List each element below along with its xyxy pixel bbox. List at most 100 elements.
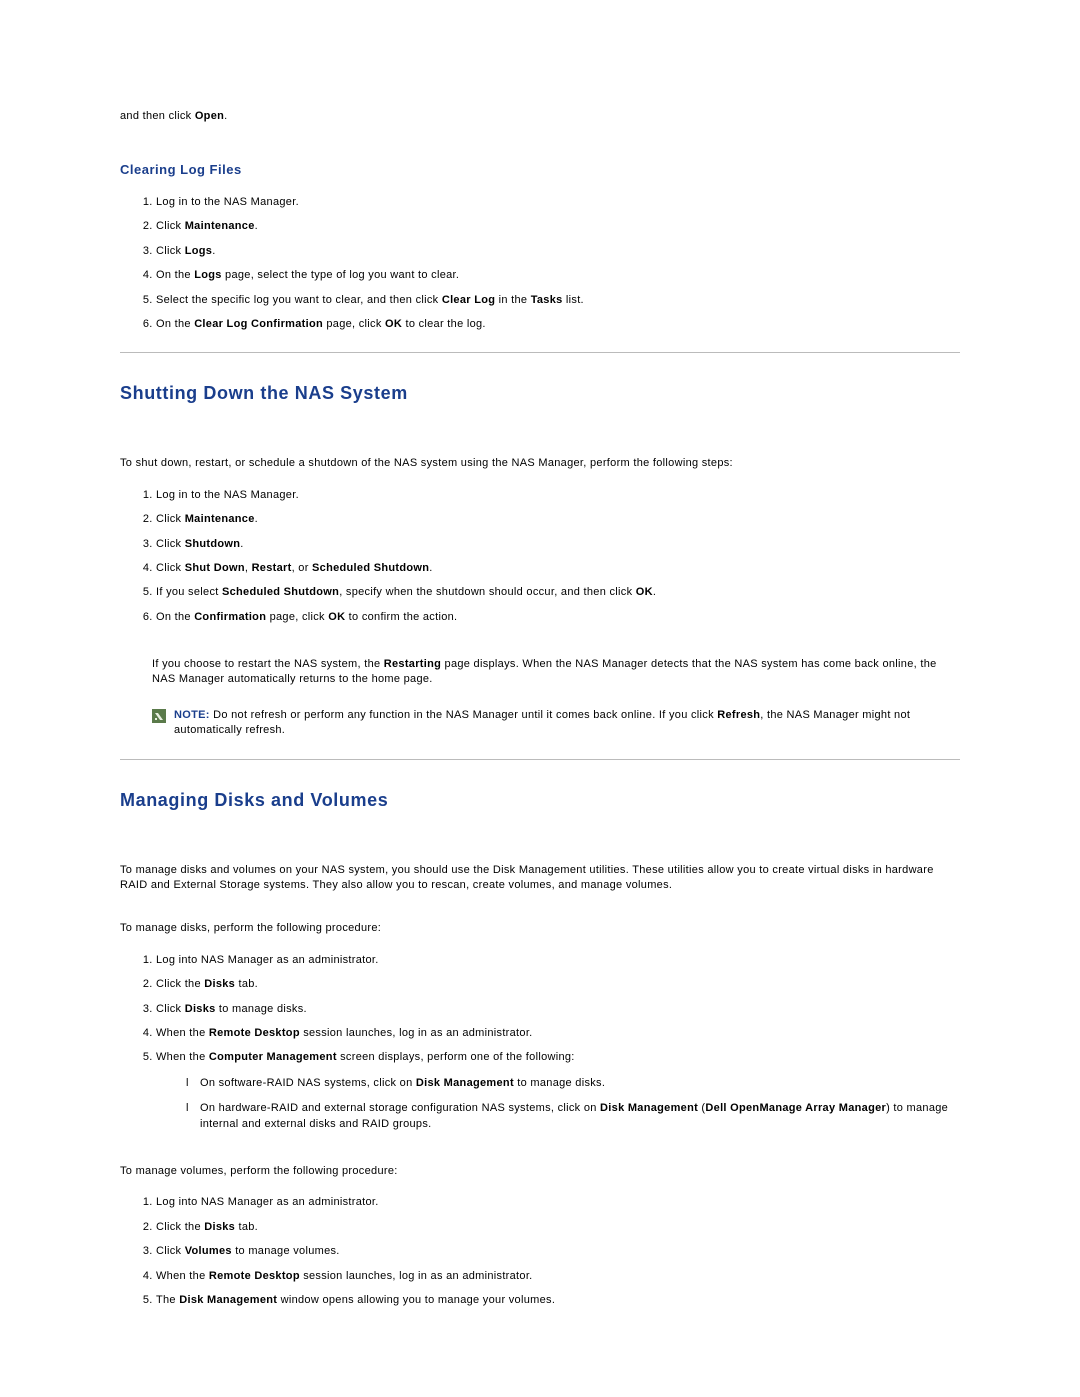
text: Log into NAS Manager as an administrator… [156, 954, 379, 966]
text: . [255, 513, 258, 525]
logs-label: Logs [194, 269, 221, 281]
heading-managing-disks-volumes: Managing Disks and Volumes [120, 790, 960, 811]
shutdown-label: Shutdown [185, 538, 241, 550]
text: Click [156, 538, 185, 550]
list-item: On the Confirmation page, click OK to co… [156, 610, 960, 625]
list-item: Click Disks to manage disks. [156, 1002, 960, 1017]
text: On hardware-RAID and external storage co… [200, 1102, 600, 1114]
text: in the [495, 294, 530, 306]
list-item: Click Shut Down, Restart, or Scheduled S… [156, 561, 960, 576]
text: Log in to the NAS Manager. [156, 489, 299, 501]
sub-item: l On hardware-RAID and external storage … [186, 1101, 960, 1132]
mdv-intro: To manage disks and volumes on your NAS … [120, 863, 960, 894]
ok-label: OK [636, 586, 653, 598]
text: and then click [120, 110, 195, 122]
list-item: The Disk Management window opens allowin… [156, 1293, 960, 1308]
text: On software-RAID NAS systems, click on D… [200, 1076, 605, 1091]
restart-label: Restart [252, 562, 292, 574]
text: On hardware-RAID and external storage co… [200, 1101, 960, 1132]
restart-note-paragraph: If you choose to restart the NAS system,… [152, 657, 950, 688]
list-item: Log in to the NAS Manager. [156, 488, 960, 503]
text: to manage disks. [216, 1003, 307, 1015]
text: On the [156, 318, 194, 330]
list-item: Log into NAS Manager as an administrator… [156, 953, 960, 968]
text: When the [156, 1270, 209, 1282]
list-item: Click Maintenance. [156, 219, 960, 234]
text: window opens allowing you to manage your… [277, 1294, 555, 1306]
text: Do not refresh or perform any function i… [210, 709, 718, 721]
text: The [156, 1294, 179, 1306]
list-item: Click Maintenance. [156, 512, 960, 527]
list-item: When the Remote Desktop session launches… [156, 1269, 960, 1284]
manage-volumes-intro: To manage volumes, perform the following… [120, 1164, 960, 1179]
list-item: Click Shutdown. [156, 537, 960, 552]
list-item: Click Logs. [156, 244, 960, 259]
ok-label: OK [385, 318, 402, 330]
text: page, click [323, 318, 385, 330]
disk-management-label: Disk Management [416, 1077, 514, 1089]
disk-management-label: Disk Management [600, 1102, 698, 1114]
tasks-label: Tasks [531, 294, 563, 306]
text: . [653, 586, 656, 598]
text: Click [156, 1245, 185, 1257]
disks-label: Disks [204, 978, 235, 990]
sub-options: l On software-RAID NAS systems, click on… [186, 1076, 960, 1132]
text: , specify when the shutdown should occur… [339, 586, 636, 598]
list-item: On the Logs page, select the type of log… [156, 268, 960, 283]
text: tab. [235, 1221, 258, 1233]
list-item: Log into NAS Manager as an administrator… [156, 1195, 960, 1210]
note-block: NOTE: Do not refresh or perform any func… [152, 708, 950, 739]
list-item: When the Computer Management screen disp… [156, 1050, 960, 1132]
text: On software-RAID NAS systems, click on [200, 1077, 416, 1089]
text: If you select [156, 586, 222, 598]
text: , [245, 562, 252, 574]
text: Select the specific log you want to clea… [156, 294, 442, 306]
maintenance-label: Maintenance [185, 220, 255, 232]
volumes-label: Volumes [185, 1245, 232, 1257]
text: tab. [235, 978, 258, 990]
open-label: Open [195, 110, 224, 122]
manage-disks-intro: To manage disks, perform the following p… [120, 921, 960, 936]
heading-shutting-down: Shutting Down the NAS System [120, 383, 960, 404]
remote-desktop-label: Remote Desktop [209, 1027, 300, 1039]
list-item: Log in to the NAS Manager. [156, 195, 960, 210]
list-item: When the Remote Desktop session launches… [156, 1026, 960, 1041]
text: . [224, 110, 227, 122]
list-marker-icon: l [186, 1101, 200, 1132]
manage-volumes-steps: Log into NAS Manager as an administrator… [120, 1195, 960, 1308]
text: to confirm the action. [345, 611, 457, 623]
text: On the [156, 611, 194, 623]
disk-management-label: Disk Management [179, 1294, 277, 1306]
text: Click [156, 562, 185, 574]
text: . [429, 562, 432, 574]
sub-item: l On software-RAID NAS systems, click on… [186, 1076, 960, 1091]
manage-disks-steps: Log into NAS Manager as an administrator… [120, 953, 960, 1132]
note-text: NOTE: Do not refresh or perform any func… [174, 708, 950, 739]
list-item: On the Clear Log Confirmation page, clic… [156, 317, 960, 332]
divider [120, 759, 960, 760]
text: Click [156, 220, 185, 232]
divider [120, 352, 960, 353]
text: page, click [266, 611, 328, 623]
list-item: Click Volumes to manage volumes. [156, 1244, 960, 1259]
text: session launches, log in as an administr… [300, 1027, 533, 1039]
list-item: Click the Disks tab. [156, 977, 960, 992]
text: On the [156, 269, 194, 281]
ok-label: OK [328, 611, 345, 623]
scheduled-shutdown-label: Scheduled Shutdown [222, 586, 339, 598]
text: session launches, log in as an administr… [300, 1270, 533, 1282]
subheading-clearing-log-files: Clearing Log Files [120, 162, 960, 177]
shutting-down-section: Shutting Down the NAS System To shut dow… [120, 383, 960, 738]
note-icon [152, 709, 166, 728]
text: Click [156, 245, 185, 257]
text: Click the [156, 1221, 204, 1233]
disks-label: Disks [185, 1003, 216, 1015]
continued-text: and then click Open. [120, 110, 960, 122]
text: to clear the log. [402, 318, 486, 330]
restarting-label: Restarting [384, 658, 441, 670]
text: Click the [156, 978, 204, 990]
scheduled-shutdown-label: Scheduled Shutdown [312, 562, 429, 574]
managing-disks-volumes-section: Managing Disks and Volumes To manage dis… [120, 790, 960, 1309]
text: . [212, 245, 215, 257]
text: to manage volumes. [232, 1245, 340, 1257]
